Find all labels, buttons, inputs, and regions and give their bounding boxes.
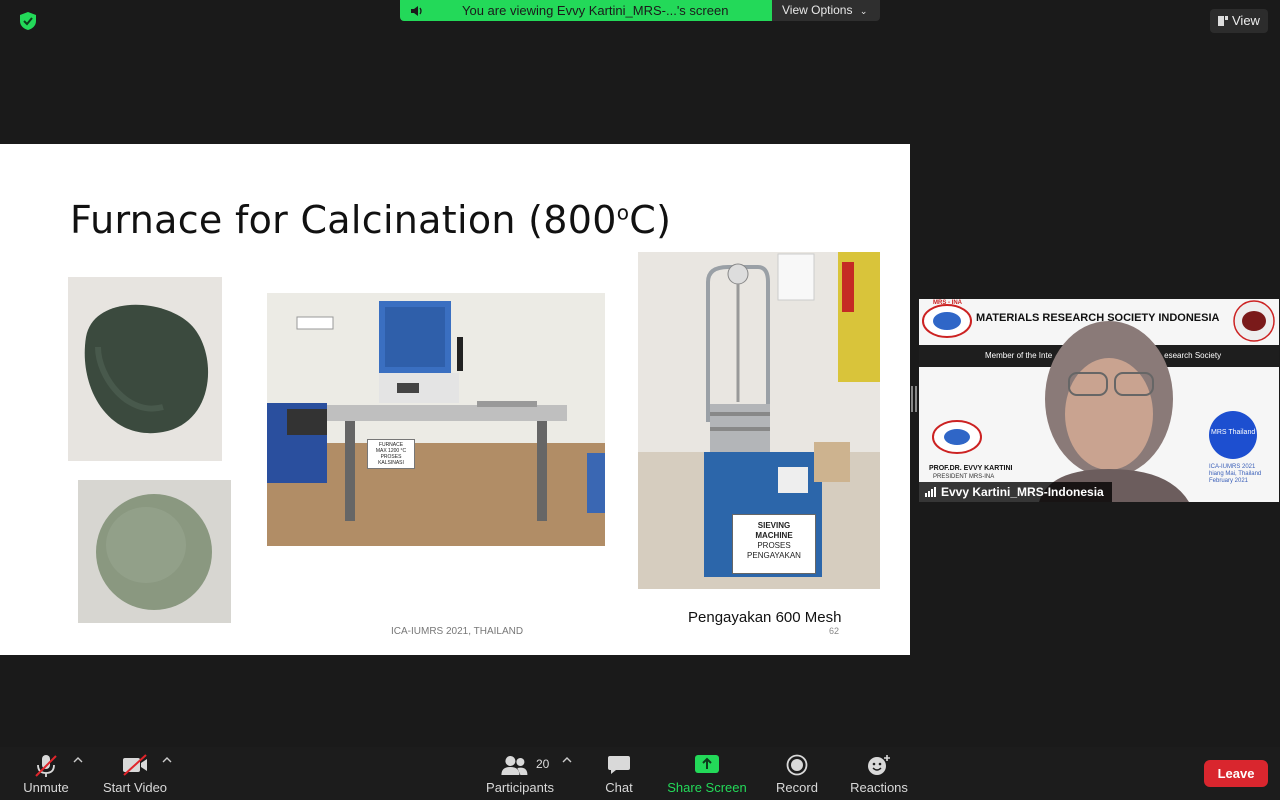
chat-label: Chat (605, 780, 633, 795)
powder-photo-dark (68, 277, 222, 461)
bg-thailand-text: MRS Thailand (1211, 429, 1256, 436)
record-icon (786, 754, 808, 776)
share-screen-button[interactable]: Share Screen (664, 747, 750, 800)
bg-logo-text: MRS - INA (933, 300, 962, 306)
mesh-caption: Pengayakan 600 Mesh (688, 609, 842, 626)
muted-microphone-icon (35, 755, 57, 777)
share-screen-label: Share Screen (667, 780, 747, 795)
audio-options-chevron-icon[interactable] (73, 756, 83, 764)
bg-president-role: PRESIDENT MRS-INA (933, 474, 995, 480)
participant-video-tile[interactable]: MATERIALS RESEARCH SOCIETY INDONESIA Mem… (919, 299, 1279, 502)
participants-label: Participants (486, 780, 554, 795)
chat-button[interactable]: Chat (594, 747, 644, 800)
furnace-sign: FURNACE MAX 1200 °C PROSES KALSINASI (367, 439, 415, 469)
bg-header-text: MATERIALS RESEARCH SOCIETY INDONESIA (976, 312, 1220, 324)
leave-meeting-button[interactable]: Leave (1204, 760, 1268, 787)
bg-event-text: ICA-IUMRS 2021 hiang Mai, Thailand Februar… (1209, 464, 1262, 484)
video-options-chevron-icon[interactable] (162, 756, 172, 764)
slide-footer: ICA-IUMRS 2021, THAILAND (391, 626, 524, 637)
view-grid-icon (1218, 16, 1228, 26)
view-label: View (1232, 13, 1260, 28)
viewing-screen-text: You are viewing Evvy Kartini_MRS-...'s s… (462, 3, 729, 18)
share-screen-icon (695, 755, 719, 773)
reactions-label: Reactions (850, 780, 908, 795)
split-divider-handle[interactable] (911, 386, 917, 412)
speaker-icon (411, 6, 422, 16)
bg-subheader-text: Member of the Inte esearch Society (985, 351, 1222, 360)
top-area (0, 0, 910, 144)
screen-share-banner: You are viewing Evvy Kartini_MRS-...'s s… (400, 0, 772, 21)
furnace-photo: FURNACE MAX 1200 °C PROSES KALSINASI (267, 293, 605, 546)
unmute-label: Unmute (23, 780, 69, 795)
participant-count: 20 (536, 757, 550, 771)
sieving-machine-photo: SIEVING MACHINE PROSES PENGAYAKAN (638, 252, 880, 589)
unmute-button[interactable]: Unmute (14, 747, 78, 800)
reactions-smiley-icon (868, 755, 890, 775)
slide-page-number: 62 (829, 626, 840, 636)
view-layout-button[interactable]: View (1210, 9, 1268, 33)
participant-name-tag: Evvy Kartini_MRS-Indonesia (919, 482, 1112, 502)
chevron-down-icon: ⌄ (859, 6, 868, 16)
view-options-button[interactable]: View Options ⌄ (772, 0, 880, 21)
record-label: Record (776, 780, 818, 795)
view-options-label: View Options (782, 3, 853, 17)
shared-slide: Furnace for Calcination (800oC) FURNACE … (0, 144, 910, 655)
powder-photo-light (78, 480, 231, 623)
security-shield-icon[interactable] (18, 11, 38, 31)
signal-strength-icon (925, 487, 936, 497)
reactions-button[interactable]: Reactions (848, 747, 910, 800)
start-video-button[interactable]: Start Video (98, 747, 172, 800)
meeting-toolbar: Unmute Start Video Participants 20 Chat … (0, 747, 1280, 800)
slide-title: Furnace for Calcination (800oC) (70, 198, 672, 242)
start-video-label: Start Video (102, 780, 168, 795)
chat-bubble-icon (608, 756, 630, 774)
participants-button[interactable]: Participants (480, 747, 560, 800)
participants-icon (501, 756, 528, 775)
sieving-sign: SIEVING MACHINE PROSES PENGAYAKAN (732, 514, 816, 574)
participants-options-chevron-icon[interactable] (562, 756, 572, 764)
video-off-icon (123, 754, 147, 776)
bg-president-text: PROF.DR. EVVY KARTINI (929, 465, 1013, 472)
record-button[interactable]: Record (770, 747, 824, 800)
